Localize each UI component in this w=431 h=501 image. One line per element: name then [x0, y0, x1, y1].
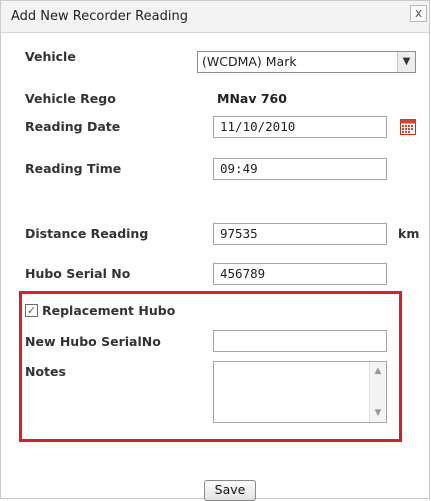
distance-unit: km — [398, 226, 420, 241]
notes-scrollbar[interactable]: ▲ ▼ — [369, 362, 386, 422]
vehicle-rego-value: MNav 760 — [217, 91, 287, 106]
scroll-down-icon[interactable]: ▼ — [371, 406, 385, 420]
new-hubo-serial-label: New Hubo SerialNo — [25, 334, 161, 349]
notes-textarea[interactable]: ▲ ▼ — [213, 361, 387, 423]
reading-date-label: Reading Date — [25, 119, 121, 134]
save-button[interactable]: Save — [204, 480, 256, 501]
calendar-icon[interactable] — [400, 119, 416, 135]
hubo-serial-label: Hubo Serial No — [25, 266, 131, 281]
reading-date-input[interactable]: 11/10/2010 — [213, 116, 387, 138]
recorder-reading-dialog: Add New Recorder Reading x Vehicle (WCDM… — [0, 0, 430, 501]
dialog-titlebar: Add New Recorder Reading x — [1, 1, 429, 33]
scroll-up-icon[interactable]: ▲ — [371, 364, 385, 378]
distance-reading-input[interactable]: 97535 — [213, 223, 387, 245]
reading-time-input[interactable]: 09:49 — [213, 158, 387, 180]
vehicle-select[interactable]: (WCDMA) Mark ▼ — [197, 51, 416, 73]
reading-time-label: Reading Time — [25, 161, 122, 176]
close-button[interactable]: x — [410, 5, 427, 22]
replacement-hubo-label: Replacement Hubo — [42, 303, 176, 318]
vehicle-rego-label: Vehicle Rego — [25, 91, 116, 106]
new-hubo-serial-input[interactable] — [213, 330, 387, 352]
checkmark-icon: ✓ — [26, 304, 37, 317]
notes-label: Notes — [25, 364, 66, 379]
dialog-title: Add New Recorder Reading — [11, 9, 188, 24]
replacement-hubo-checkbox[interactable]: ✓ — [25, 304, 38, 317]
vehicle-selected-value: (WCDMA) Mark — [202, 54, 297, 69]
chevron-down-icon: ▼ — [397, 52, 415, 72]
close-icon: x — [414, 6, 423, 20]
hubo-serial-input[interactable]: 456789 — [213, 263, 387, 285]
vehicle-label: Vehicle — [25, 49, 76, 64]
distance-reading-label: Distance Reading — [25, 226, 149, 241]
